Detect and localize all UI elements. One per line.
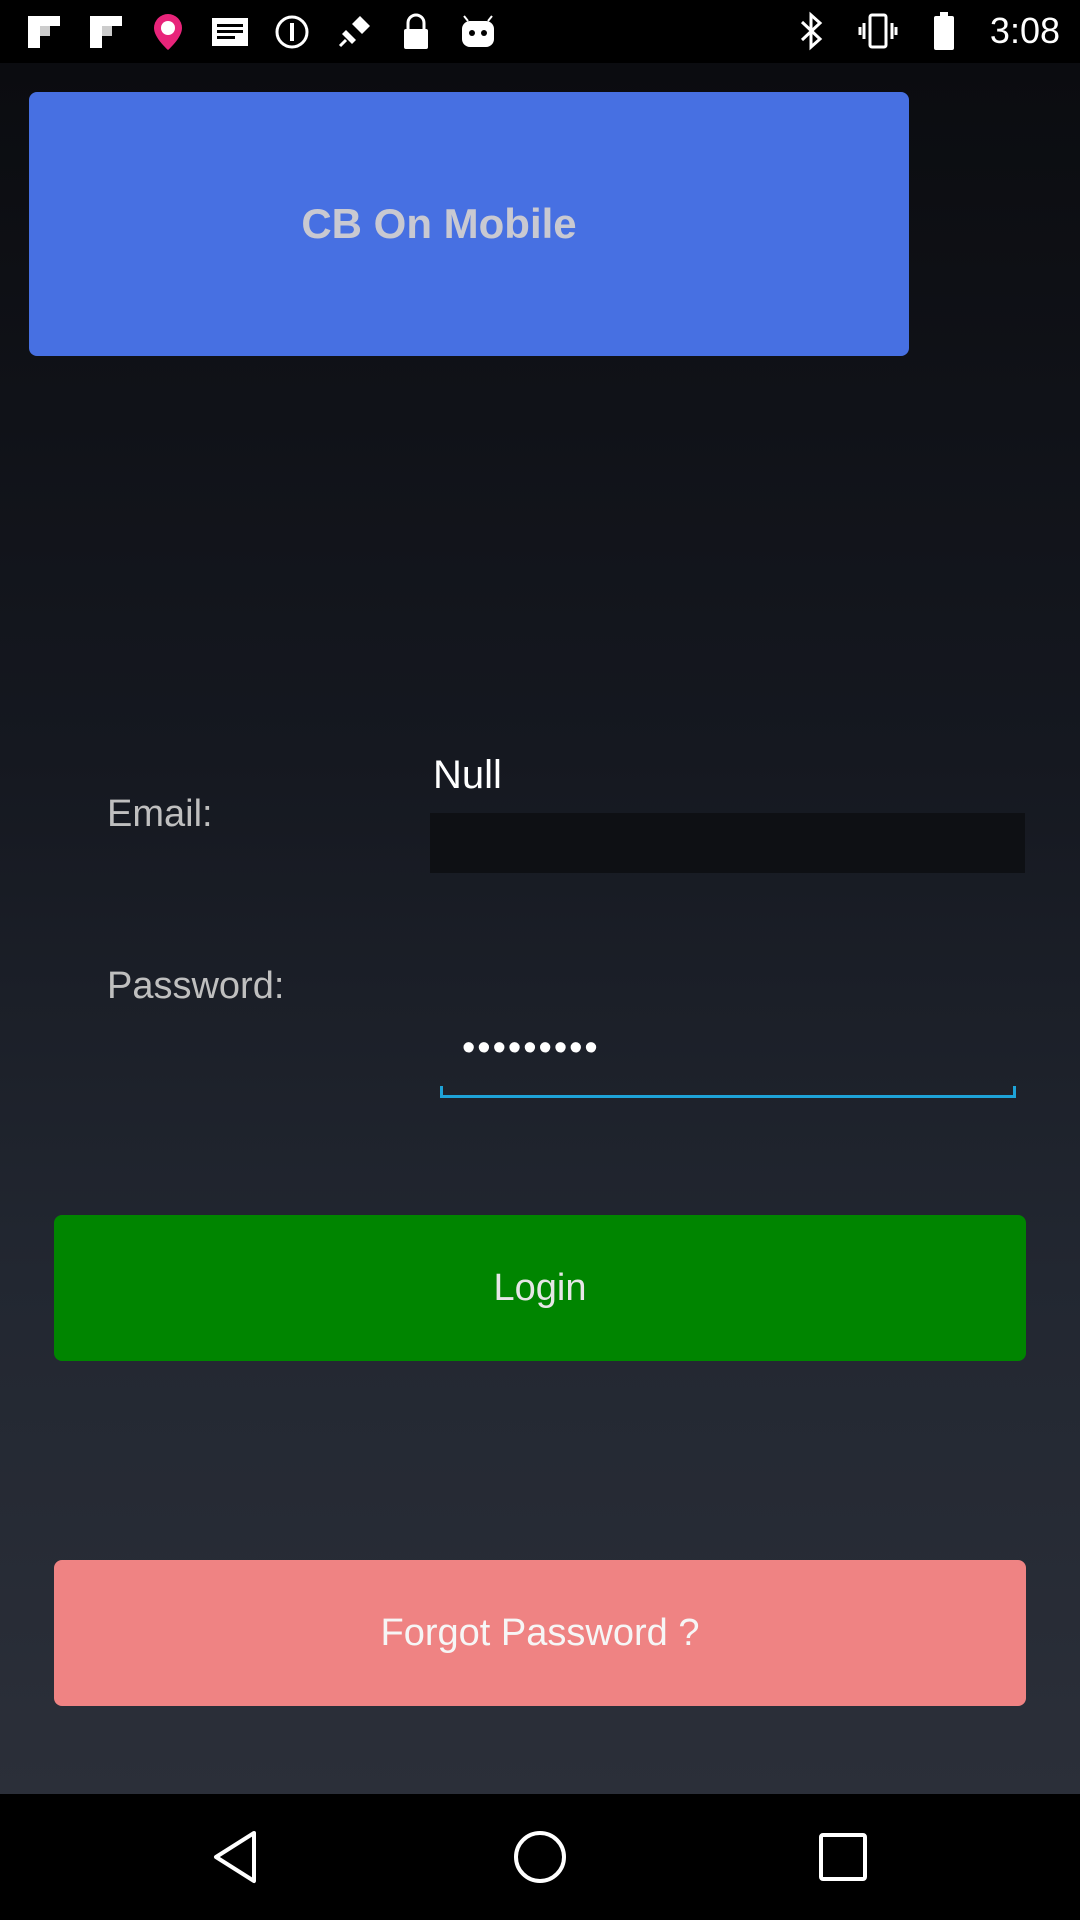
android-icon xyxy=(458,12,498,52)
status-icons-right: 3:08 xyxy=(792,10,1060,52)
location-pin-icon xyxy=(148,12,188,52)
password-focus-underline xyxy=(440,1086,1016,1098)
message-icon xyxy=(210,12,250,52)
navigation-bar xyxy=(0,1794,1080,1920)
status-bar: 3:08 xyxy=(0,0,1080,63)
home-icon[interactable] xyxy=(510,1827,570,1887)
forgot-password-button[interactable]: Forgot Password ? xyxy=(54,1560,1026,1706)
flipboard-icon xyxy=(24,12,64,52)
password-value: ••••••••• xyxy=(462,1027,600,1069)
back-icon[interactable] xyxy=(206,1827,266,1887)
login-button[interactable]: Login xyxy=(54,1215,1026,1361)
app-screen: CB On Mobile Email: Null Password: •••••… xyxy=(0,63,1080,1794)
email-field[interactable]: Null xyxy=(430,753,1025,873)
signal-off-icon xyxy=(272,12,312,52)
fake-gps-icon xyxy=(334,12,374,52)
password-label: Password: xyxy=(107,965,285,1007)
lock-icon xyxy=(396,12,436,52)
status-time: 3:08 xyxy=(989,10,1060,51)
flipboard-icon xyxy=(86,12,126,52)
email-field-background xyxy=(430,813,1025,873)
battery-icon xyxy=(924,11,964,51)
app-header-banner: CB On Mobile xyxy=(29,92,909,356)
bluetooth-icon xyxy=(792,11,832,51)
email-label: Email: xyxy=(107,793,213,835)
recent-apps-icon[interactable] xyxy=(813,1827,873,1887)
password-field[interactable]: ••••••••• xyxy=(440,1023,1016,1098)
email-value: Null xyxy=(433,753,502,797)
app-title: CB On Mobile xyxy=(301,200,577,247)
vibrate-icon xyxy=(858,11,898,51)
status-icons-left xyxy=(24,12,498,52)
